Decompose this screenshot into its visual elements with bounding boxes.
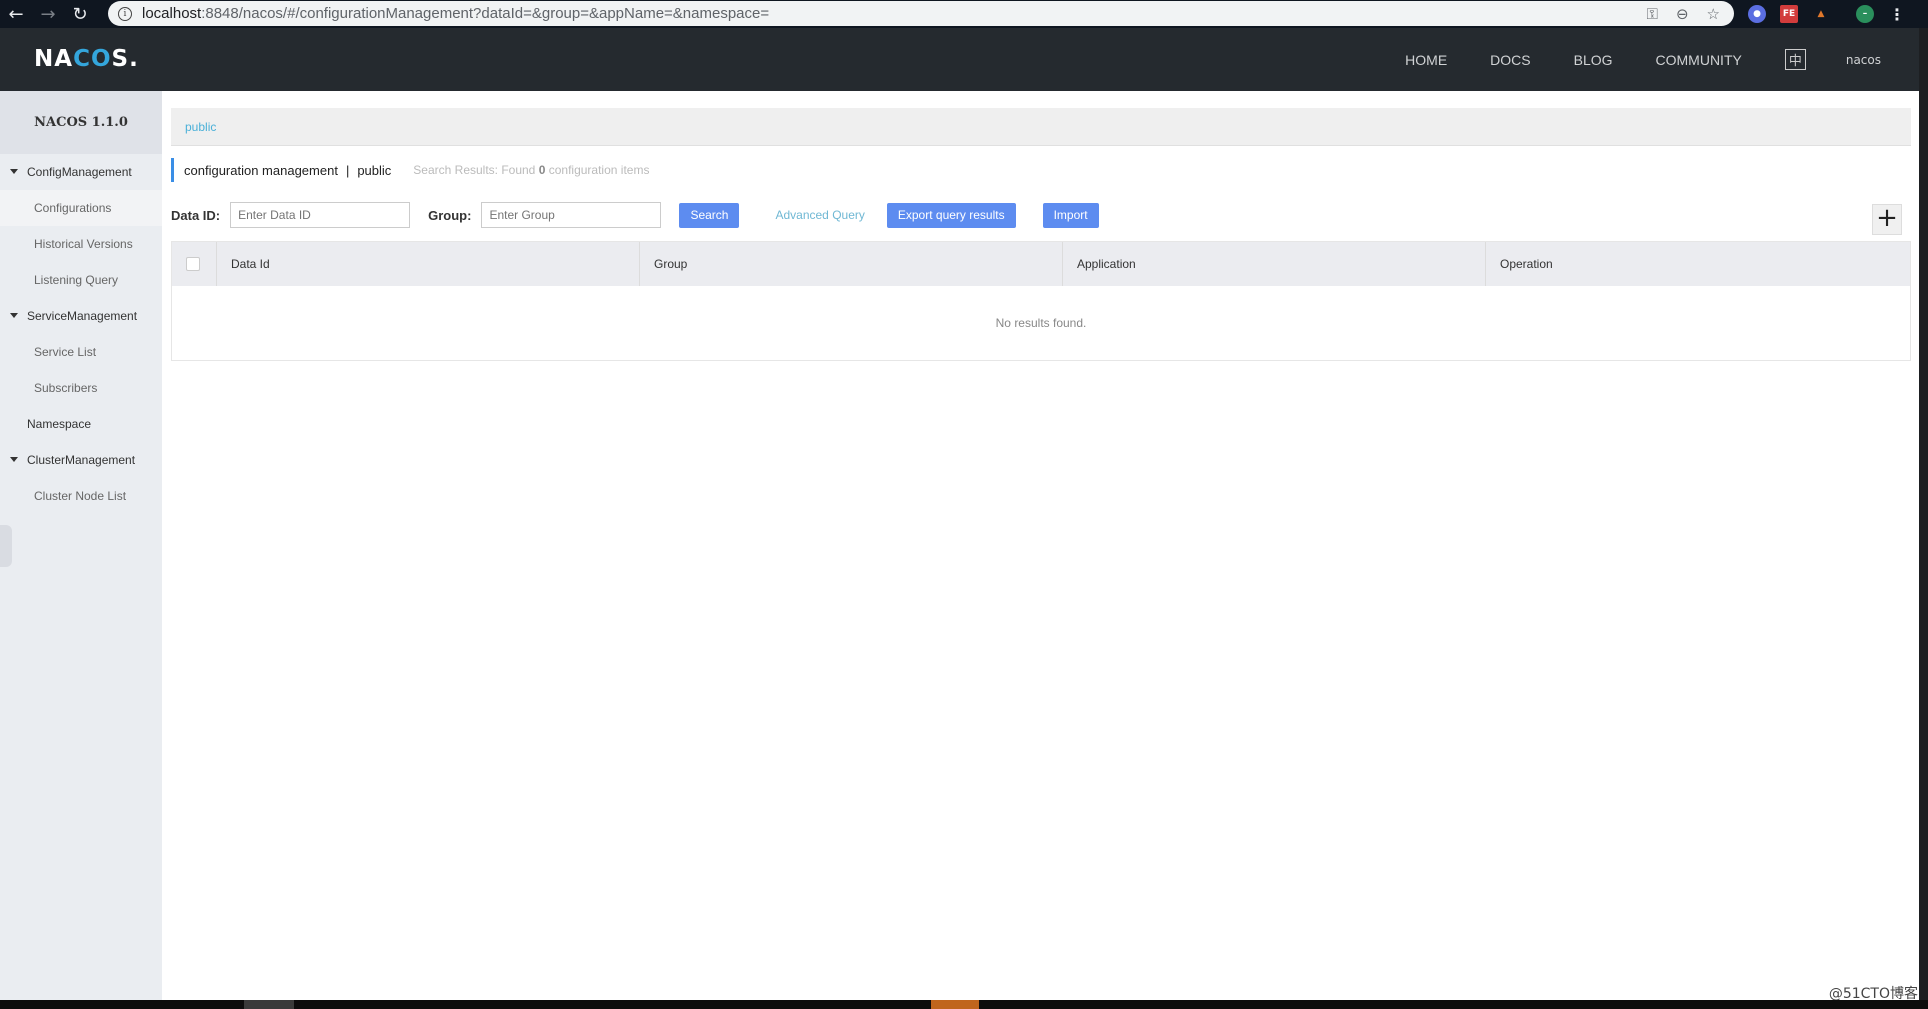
sidebar-group-config-management[interactable]: ConfigManagement bbox=[0, 154, 162, 190]
select-all-checkbox[interactable] bbox=[186, 257, 200, 271]
advanced-query-link[interactable]: Advanced Query bbox=[775, 208, 864, 222]
language-toggle[interactable]: 中 bbox=[1784, 49, 1806, 70]
page-title: configuration management | public Search… bbox=[171, 158, 649, 182]
col-operation: Operation bbox=[1500, 257, 1553, 271]
group-input[interactable] bbox=[481, 202, 662, 228]
sidebar-group-cluster-management[interactable]: ClusterManagement bbox=[0, 442, 162, 478]
caret-down-icon bbox=[10, 313, 18, 318]
taskbar-item-active[interactable] bbox=[931, 1000, 979, 1009]
search-result-summary: Search Results: Found 0 configuration it… bbox=[413, 163, 650, 177]
sidebar-item-subscribers[interactable]: Subscribers bbox=[0, 370, 162, 406]
extension-fox-icon[interactable]: ▲ bbox=[1812, 5, 1830, 23]
export-button[interactable]: Export query results bbox=[886, 202, 1016, 228]
extension-blue-icon[interactable]: ● bbox=[1748, 5, 1766, 23]
zoom-icon[interactable]: ⊖ bbox=[1676, 5, 1689, 23]
import-button[interactable]: Import bbox=[1042, 202, 1099, 228]
data-id-label: Data ID: bbox=[171, 207, 221, 223]
nav-community[interactable]: COMMUNITY bbox=[1656, 52, 1742, 68]
key-icon[interactable]: ⚿ bbox=[1647, 5, 1658, 23]
col-group: Group bbox=[640, 242, 1063, 286]
nav-home[interactable]: HOME bbox=[1405, 52, 1447, 68]
back-icon[interactable]: ← bbox=[0, 4, 32, 25]
sidebar-item-listening-query[interactable]: Listening Query bbox=[0, 262, 162, 298]
col-data-id: Data Id bbox=[217, 242, 640, 286]
caret-down-icon bbox=[10, 457, 18, 462]
forward-icon[interactable]: → bbox=[32, 4, 64, 25]
config-table: Data Id Group Application Operation No r… bbox=[171, 241, 1911, 361]
page-scrollbar[interactable] bbox=[1919, 28, 1928, 1000]
extension-fe-icon[interactable]: FE bbox=[1780, 5, 1798, 23]
sidebar-title: NACOS 1.1.0 bbox=[0, 91, 162, 154]
sidebar-item-namespace[interactable]: Namespace bbox=[0, 406, 162, 442]
reload-icon[interactable]: ↻ bbox=[64, 4, 96, 25]
caret-down-icon bbox=[10, 169, 18, 174]
group-label: Group: bbox=[428, 207, 472, 223]
table-empty-state: No results found. bbox=[172, 286, 1910, 360]
browser-menu-icon[interactable]: ⋮ bbox=[1888, 5, 1906, 24]
address-bar[interactable]: i localhost:8848/nacos/#/configurationMa… bbox=[108, 1, 1734, 26]
sidebar-item-configurations[interactable]: Configurations bbox=[0, 190, 162, 226]
site-info-icon[interactable]: i bbox=[118, 6, 132, 21]
top-nav: HOME DOCS BLOG COMMUNITY 中 nacos bbox=[1405, 28, 1919, 91]
table-header: Data Id Group Application Operation bbox=[172, 242, 1910, 286]
data-id-input[interactable] bbox=[230, 202, 411, 228]
namespace-bar: public bbox=[171, 108, 1911, 146]
nacos-logo[interactable]: NACOS. bbox=[34, 46, 139, 72]
app-header: NACOS. HOME DOCS BLOG COMMUNITY 中 nacos bbox=[0, 28, 1919, 91]
select-all-cell bbox=[172, 242, 217, 286]
sidebar-item-service-list[interactable]: Service List bbox=[0, 334, 162, 370]
nav-docs[interactable]: DOCS bbox=[1490, 52, 1530, 68]
col-application: Application bbox=[1063, 242, 1486, 286]
filter-bar: Data ID: Group: Search Advanced Query Ex… bbox=[171, 202, 1099, 228]
empty-text: No results found. bbox=[995, 316, 1087, 330]
sidebar-collapse-handle[interactable] bbox=[0, 525, 12, 567]
nav-blog[interactable]: BLOG bbox=[1574, 52, 1613, 68]
taskbar-item[interactable] bbox=[244, 1000, 294, 1009]
sidebar-item-historical-versions[interactable]: Historical Versions bbox=[0, 226, 162, 262]
sidebar-group-service-management[interactable]: ServiceManagement bbox=[0, 298, 162, 334]
add-config-button[interactable]: + bbox=[1872, 204, 1902, 235]
url-text[interactable]: localhost:8848/nacos/#/configurationMana… bbox=[142, 5, 769, 22]
sidebar: NACOS 1.1.0 ConfigManagement Configurati… bbox=[0, 91, 162, 1000]
bookmark-star-icon[interactable]: ☆ bbox=[1707, 5, 1720, 23]
search-button[interactable]: Search bbox=[679, 202, 740, 228]
namespace-tab-public[interactable]: public bbox=[185, 120, 216, 134]
profile-avatar-icon[interactable]: – bbox=[1856, 5, 1874, 23]
user-name[interactable]: nacos bbox=[1846, 53, 1881, 67]
sidebar-item-cluster-node-list[interactable]: Cluster Node List bbox=[0, 478, 162, 514]
